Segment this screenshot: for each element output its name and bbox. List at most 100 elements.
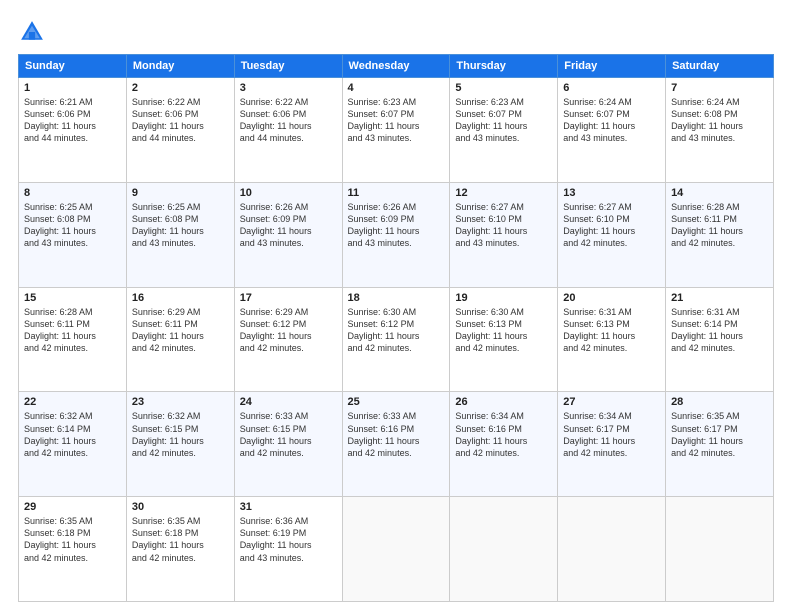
day-number: 14 [671, 187, 768, 199]
calendar-cell: 29 Sunrise: 6:35 AM Sunset: 6:18 PM Dayli… [19, 497, 127, 602]
day-info: Sunrise: 6:22 AM Sunset: 6:06 PM Dayligh… [240, 96, 337, 145]
calendar-cell: 10 Sunrise: 6:26 AM Sunset: 6:09 PM Dayli… [234, 182, 342, 287]
page: SundayMondayTuesdayWednesdayThursdayFrid… [0, 0, 792, 612]
day-number: 12 [455, 187, 552, 199]
calendar-cell: 14 Sunrise: 6:28 AM Sunset: 6:11 PM Dayli… [666, 182, 774, 287]
calendar-body: 1 Sunrise: 6:21 AM Sunset: 6:06 PM Daylig… [19, 78, 774, 602]
calendar-cell: 19Sunrise: 6:30 AM Sunset: 6:13 PM Dayli… [450, 287, 558, 392]
day-info: Sunrise: 6:36 AM Sunset: 6:19 PM Dayligh… [240, 515, 337, 564]
day-number: 11 [348, 187, 445, 199]
calendar-cell: 13 Sunrise: 6:27 AM Sunset: 6:10 PM Dayli… [558, 182, 666, 287]
calendar-cell: 9 Sunrise: 6:25 AM Sunset: 6:08 PM Daylig… [126, 182, 234, 287]
day-number: 30 [132, 501, 229, 513]
day-number: 16 [132, 292, 229, 304]
day-number: 25 [348, 396, 445, 408]
calendar-cell: 18Sunrise: 6:30 AM Sunset: 6:12 PM Dayli… [342, 287, 450, 392]
day-number: 1 [24, 82, 121, 94]
day-number: 8 [24, 187, 121, 199]
calendar-cell: 8 Sunrise: 6:25 AM Sunset: 6:08 PM Daylig… [19, 182, 127, 287]
calendar-cell: 30 Sunrise: 6:35 AM Sunset: 6:18 PM Dayli… [126, 497, 234, 602]
calendar-cell: 17Sunrise: 6:29 AM Sunset: 6:12 PM Dayli… [234, 287, 342, 392]
calendar-cell: 15Sunrise: 6:28 AM Sunset: 6:11 PM Dayli… [19, 287, 127, 392]
calendar-cell: 12 Sunrise: 6:27 AM Sunset: 6:10 PM Dayli… [450, 182, 558, 287]
calendar-cell: 11 Sunrise: 6:26 AM Sunset: 6:09 PM Dayli… [342, 182, 450, 287]
calendar-cell [342, 497, 450, 602]
day-number: 26 [455, 396, 552, 408]
day-number: 31 [240, 501, 337, 513]
calendar-cell: 28 Sunrise: 6:35 AM Sunset: 6:17 PM Dayli… [666, 392, 774, 497]
day-info: Sunrise: 6:27 AM Sunset: 6:10 PM Dayligh… [455, 201, 552, 250]
day-info: Sunrise: 6:26 AM Sunset: 6:09 PM Dayligh… [240, 201, 337, 250]
calendar-cell: 25 Sunrise: 6:33 AM Sunset: 6:16 PM Dayli… [342, 392, 450, 497]
day-info: Sunrise: 6:34 AM Sunset: 6:16 PM Dayligh… [455, 410, 552, 459]
header [18, 18, 774, 46]
day-info: Sunrise: 6:25 AM Sunset: 6:08 PM Dayligh… [132, 201, 229, 250]
calendar-row: 22 Sunrise: 6:32 AM Sunset: 6:14 PM Dayli… [19, 392, 774, 497]
day-number: 21 [671, 292, 768, 304]
day-number: 6 [563, 82, 660, 94]
day-info: Sunrise: 6:23 AM Sunset: 6:07 PM Dayligh… [455, 96, 552, 145]
calendar-cell [450, 497, 558, 602]
day-info: Sunrise: 6:28 AM Sunset: 6:11 PM Dayligh… [671, 201, 768, 250]
day-number: 27 [563, 396, 660, 408]
calendar-cell: 16Sunrise: 6:29 AM Sunset: 6:11 PM Dayli… [126, 287, 234, 392]
day-number: 28 [671, 396, 768, 408]
calendar-header: SundayMondayTuesdayWednesdayThursdayFrid… [19, 55, 774, 78]
calendar-cell: 5 Sunrise: 6:23 AM Sunset: 6:07 PM Daylig… [450, 78, 558, 183]
calendar-cell: 31 Sunrise: 6:36 AM Sunset: 6:19 PM Dayli… [234, 497, 342, 602]
day-info: Sunrise: 6:21 AM Sunset: 6:06 PM Dayligh… [24, 96, 121, 145]
calendar-row: 15Sunrise: 6:28 AM Sunset: 6:11 PM Dayli… [19, 287, 774, 392]
day-number: 24 [240, 396, 337, 408]
header-cell-thursday: Thursday [450, 55, 558, 78]
calendar-cell: 1 Sunrise: 6:21 AM Sunset: 6:06 PM Daylig… [19, 78, 127, 183]
header-cell-wednesday: Wednesday [342, 55, 450, 78]
day-info: Sunrise: 6:32 AM Sunset: 6:15 PM Dayligh… [132, 410, 229, 459]
calendar-cell: 20 Sunrise: 6:31 AM Sunset: 6:13 PM Dayli… [558, 287, 666, 392]
day-number: 29 [24, 501, 121, 513]
calendar-row: 1 Sunrise: 6:21 AM Sunset: 6:06 PM Daylig… [19, 78, 774, 183]
day-info: Sunrise: 6:31 AM Sunset: 6:14 PM Dayligh… [671, 306, 768, 355]
day-info: Sunrise: 6:25 AM Sunset: 6:08 PM Dayligh… [24, 201, 121, 250]
header-cell-monday: Monday [126, 55, 234, 78]
calendar-cell: 4 Sunrise: 6:23 AM Sunset: 6:07 PM Daylig… [342, 78, 450, 183]
calendar-cell: 24 Sunrise: 6:33 AM Sunset: 6:15 PM Dayli… [234, 392, 342, 497]
calendar-cell: 6 Sunrise: 6:24 AM Sunset: 6:07 PM Daylig… [558, 78, 666, 183]
day-info: Sunrise: 6:24 AM Sunset: 6:07 PM Dayligh… [563, 96, 660, 145]
day-number: 2 [132, 82, 229, 94]
day-number: 3 [240, 82, 337, 94]
day-number: 4 [348, 82, 445, 94]
logo [18, 18, 50, 46]
calendar-cell: 2 Sunrise: 6:22 AM Sunset: 6:06 PM Daylig… [126, 78, 234, 183]
calendar-table: SundayMondayTuesdayWednesdayThursdayFrid… [18, 54, 774, 602]
header-cell-tuesday: Tuesday [234, 55, 342, 78]
day-number: 19 [455, 292, 552, 304]
calendar-cell: 7 Sunrise: 6:24 AM Sunset: 6:08 PM Daylig… [666, 78, 774, 183]
day-info: Sunrise: 6:31 AM Sunset: 6:13 PM Dayligh… [563, 306, 660, 355]
day-info: Sunrise: 6:27 AM Sunset: 6:10 PM Dayligh… [563, 201, 660, 250]
day-info: Sunrise: 6:33 AM Sunset: 6:15 PM Dayligh… [240, 410, 337, 459]
day-number: 17 [240, 292, 337, 304]
day-number: 13 [563, 187, 660, 199]
calendar-row: 8 Sunrise: 6:25 AM Sunset: 6:08 PM Daylig… [19, 182, 774, 287]
day-number: 22 [24, 396, 121, 408]
header-row: SundayMondayTuesdayWednesdayThursdayFrid… [19, 55, 774, 78]
day-info: Sunrise: 6:33 AM Sunset: 6:16 PM Dayligh… [348, 410, 445, 459]
calendar-cell [666, 497, 774, 602]
header-cell-sunday: Sunday [19, 55, 127, 78]
day-info: Sunrise: 6:24 AM Sunset: 6:08 PM Dayligh… [671, 96, 768, 145]
day-info: Sunrise: 6:32 AM Sunset: 6:14 PM Dayligh… [24, 410, 121, 459]
day-info: Sunrise: 6:35 AM Sunset: 6:17 PM Dayligh… [671, 410, 768, 459]
header-cell-friday: Friday [558, 55, 666, 78]
calendar-cell: 23Sunrise: 6:32 AM Sunset: 6:15 PM Dayli… [126, 392, 234, 497]
day-info: Sunrise: 6:35 AM Sunset: 6:18 PM Dayligh… [24, 515, 121, 564]
day-info: Sunrise: 6:22 AM Sunset: 6:06 PM Dayligh… [132, 96, 229, 145]
day-number: 7 [671, 82, 768, 94]
day-info: Sunrise: 6:26 AM Sunset: 6:09 PM Dayligh… [348, 201, 445, 250]
day-info: Sunrise: 6:23 AM Sunset: 6:07 PM Dayligh… [348, 96, 445, 145]
day-number: 9 [132, 187, 229, 199]
day-number: 20 [563, 292, 660, 304]
day-info: Sunrise: 6:30 AM Sunset: 6:12 PM Dayligh… [348, 306, 445, 355]
day-info: Sunrise: 6:35 AM Sunset: 6:18 PM Dayligh… [132, 515, 229, 564]
day-number: 5 [455, 82, 552, 94]
day-number: 10 [240, 187, 337, 199]
